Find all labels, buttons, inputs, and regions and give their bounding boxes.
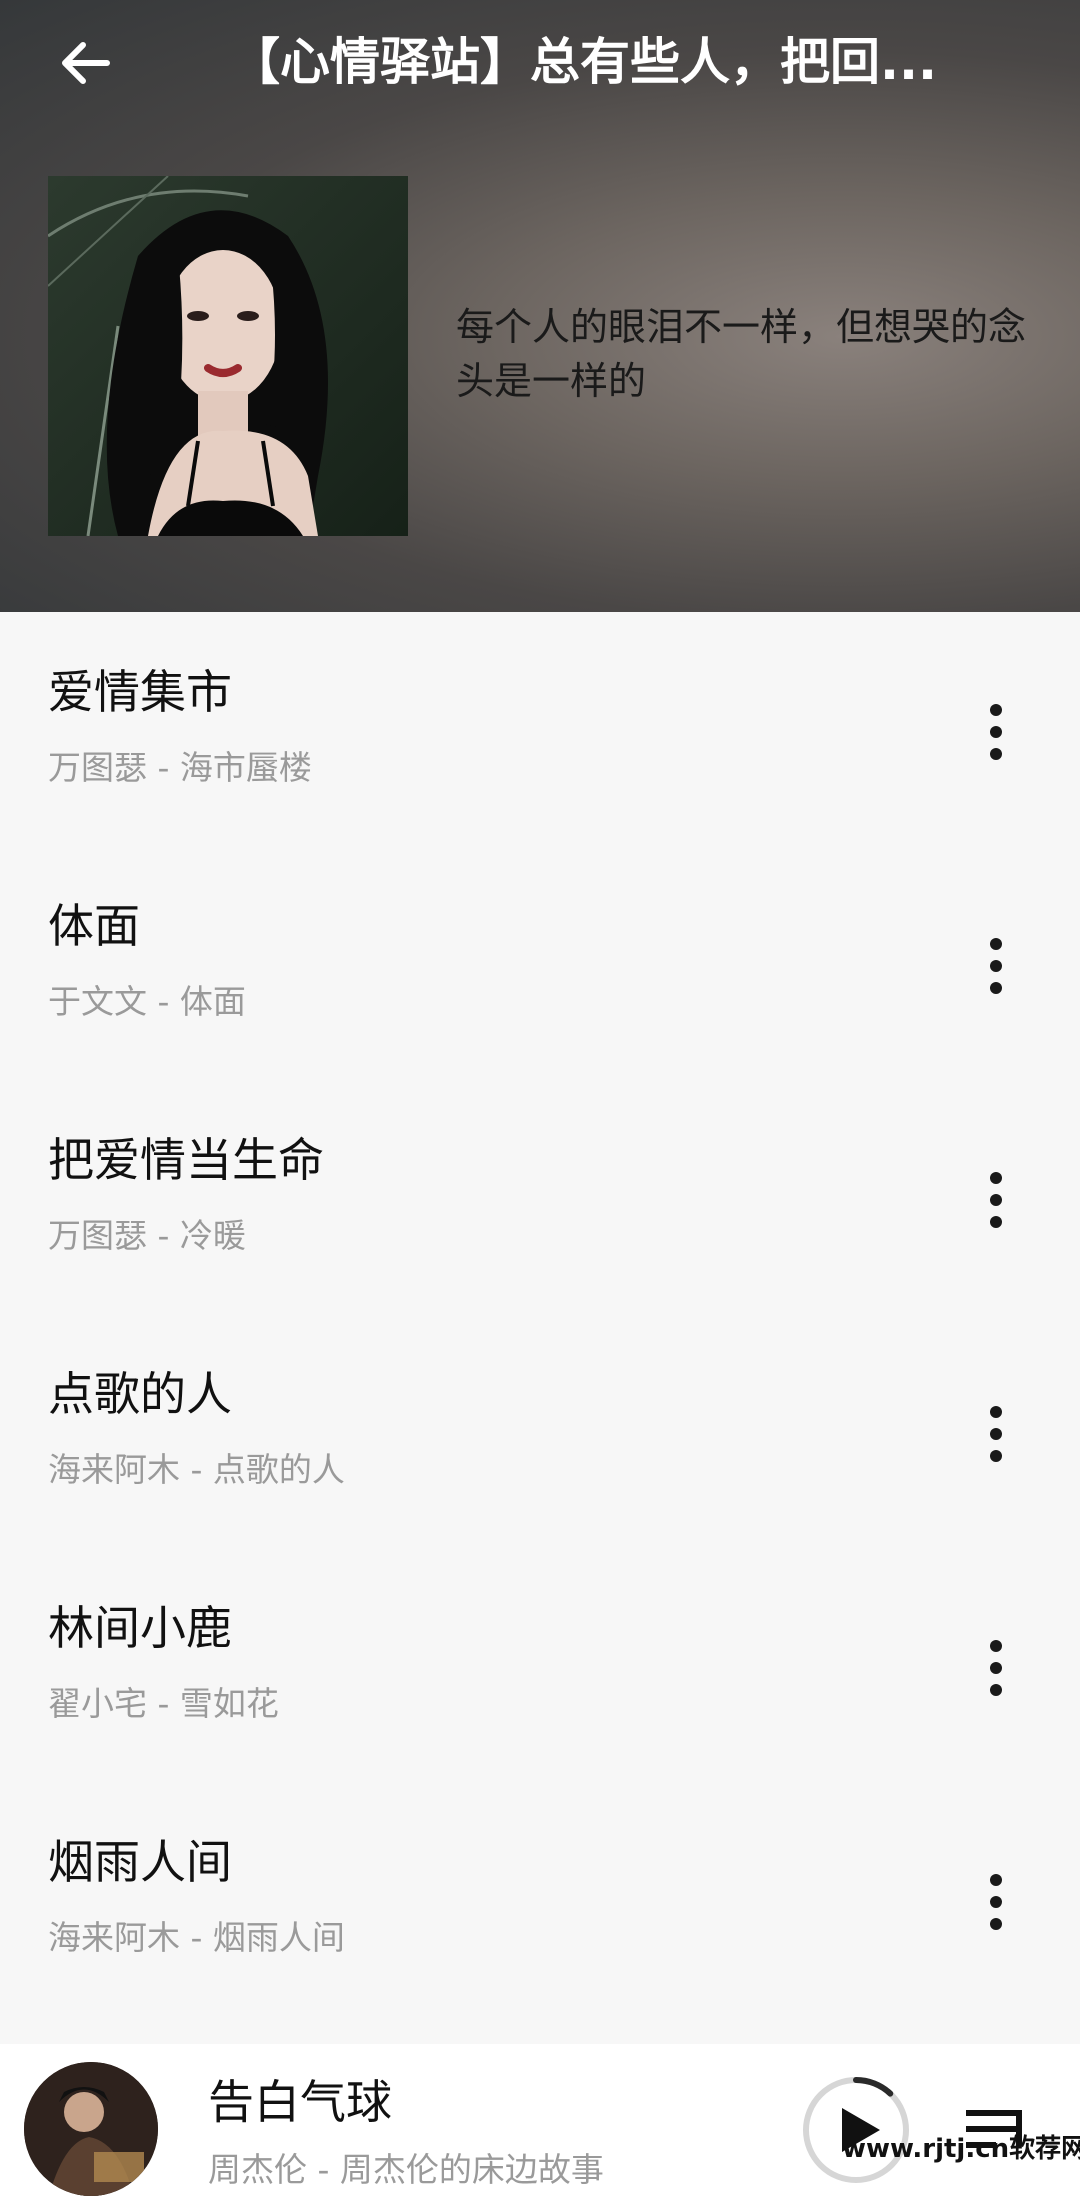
song-item[interactable]: 点歌的人 海来阿木 - 点歌的人 (0, 1314, 1080, 1548)
song-artist-album: 万图瑟 - 冷暖 (48, 1216, 246, 1255)
arrow-left-icon (62, 42, 110, 84)
song-title: 爱情集市 (48, 665, 232, 719)
song-more-button[interactable] (966, 926, 1026, 1006)
more-vertical-icon (990, 938, 1002, 994)
now-playing-artist-album: 周杰伦 - 周杰伦的床边故事 (208, 2150, 604, 2189)
song-list: 爱情集市 万图瑟 - 海市蜃楼 体面 于文文 - 体面 把爱情当生命 万图瑟 -… (0, 612, 1080, 2016)
song-item[interactable]: 爱情集市 万图瑟 - 海市蜃楼 (0, 612, 1080, 846)
song-more-button[interactable] (966, 1394, 1026, 1474)
playlist-header: 【心情驿站】总有些人，把回... 每个人的眼泪不一样，但想哭的念头是一样的 (0, 0, 1080, 612)
song-title: 烟雨人间 (48, 1835, 232, 1889)
more-vertical-icon (990, 1172, 1002, 1228)
song-more-button[interactable] (966, 1862, 1026, 1942)
playlist-cover-image (48, 176, 408, 536)
playlist-description: 每个人的眼泪不一样，但想哭的念头是一样的 (456, 305, 1027, 403)
song-item[interactable]: 林间小鹿 翟小宅 - 雪如花 (0, 1548, 1080, 1782)
now-playing-album-art[interactable] (24, 2062, 158, 2196)
song-artist-album: 翟小宅 - 雪如花 (48, 1684, 279, 1723)
song-artist-album: 于文文 - 体面 (48, 982, 246, 1021)
song-item[interactable]: 烟雨人间 海来阿木 - 烟雨人间 (0, 1782, 1080, 2016)
song-more-button[interactable] (966, 692, 1026, 772)
playlist-title: 【心情驿站】总有些人，把回... (230, 33, 937, 91)
song-artist-album: 万图瑟 - 海市蜃楼 (48, 748, 312, 787)
song-more-button[interactable] (966, 1160, 1026, 1240)
song-item[interactable]: 体面 于文文 - 体面 (0, 846, 1080, 1080)
song-title: 把爱情当生命 (48, 1133, 324, 1187)
song-artist-album: 海来阿木 - 烟雨人间 (48, 1918, 345, 1957)
now-playing-title: 告白气球 (208, 2075, 392, 2129)
song-title: 点歌的人 (48, 1367, 232, 1421)
watermark-text: www.rjtj.cn软荐网 (842, 2134, 1080, 2164)
song-more-button[interactable] (966, 1628, 1026, 1708)
song-title: 林间小鹿 (48, 1601, 232, 1655)
more-vertical-icon (990, 1874, 1002, 1930)
back-button[interactable] (40, 18, 130, 108)
song-item[interactable]: 把爱情当生命 万图瑟 - 冷暖 (0, 1080, 1080, 1314)
more-vertical-icon (990, 704, 1002, 760)
song-title: 体面 (48, 899, 140, 953)
more-vertical-icon (990, 1640, 1002, 1696)
more-vertical-icon (990, 1406, 1002, 1462)
mini-player[interactable]: 告白气球 周杰伦 - 周杰伦的床边故事 (0, 2044, 1080, 2196)
song-artist-album: 海来阿木 - 点歌的人 (48, 1450, 345, 1489)
